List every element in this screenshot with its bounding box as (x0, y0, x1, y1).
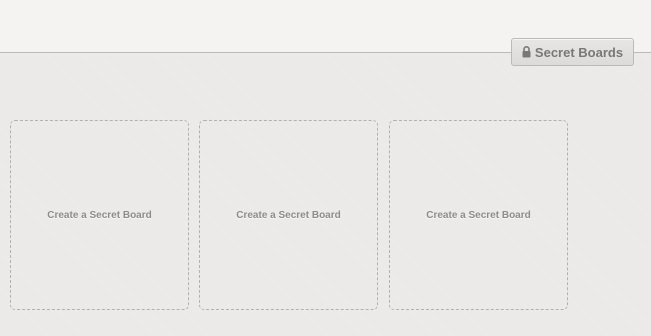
secret-boards-button[interactable]: Secret Boards (511, 38, 634, 66)
secret-boards-button-label: Secret Boards (534, 44, 624, 60)
lock-icon (522, 46, 531, 58)
create-secret-board-card[interactable]: Create a Secret Board (10, 120, 189, 310)
create-secret-board-label: Create a Secret Board (426, 209, 531, 221)
create-secret-board-label: Create a Secret Board (236, 209, 341, 221)
create-secret-board-card[interactable]: Create a Secret Board (199, 120, 378, 310)
create-secret-board-card[interactable]: Create a Secret Board (389, 120, 568, 310)
create-secret-board-label: Create a Secret Board (47, 209, 152, 221)
